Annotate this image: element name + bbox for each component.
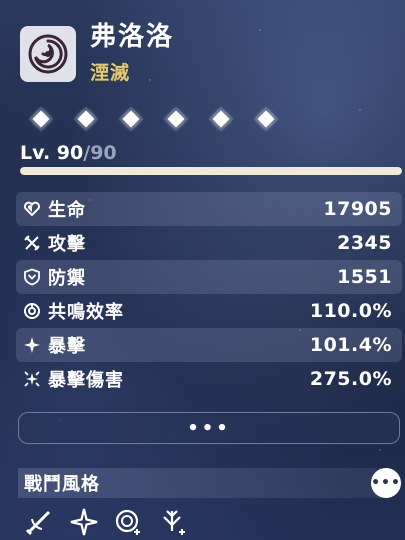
spiral-element-icon <box>20 25 76 82</box>
level-display: Lv. 90/90 <box>20 142 117 164</box>
element-name: 湮滅 <box>90 62 131 84</box>
stat-value: 17905 <box>323 198 392 220</box>
more-stats-button[interactable]: ••• <box>18 412 400 444</box>
stat-row-hp: 生命 17905 <box>16 192 402 226</box>
character-header: 弗洛洛 湮滅 <box>20 22 174 85</box>
diamond-node-icon[interactable] <box>253 106 279 132</box>
stat-row-atk: 攻擊 2345 <box>16 226 402 260</box>
crossed-swords-icon <box>22 233 42 253</box>
combat-style-header: 戰鬥風格 <box>18 468 385 498</box>
combat-style-title: 戰鬥風格 <box>24 474 100 495</box>
stat-value: 275.0% <box>309 368 392 390</box>
diamond-node-icon[interactable] <box>118 106 144 132</box>
stat-label: 防禦 <box>48 268 86 289</box>
diamond-node-icon[interactable] <box>208 106 234 132</box>
spiral-plus-skill-icon[interactable] <box>112 505 146 539</box>
name-block: 弗洛洛 湮滅 <box>90 22 174 85</box>
stat-value: 2345 <box>337 232 392 254</box>
combat-style-skills <box>22 505 202 539</box>
stat-value: 110.0% <box>309 300 392 322</box>
level-progress-fill <box>20 167 402 175</box>
heart-icon <box>22 199 42 219</box>
level-current: 90 <box>56 142 84 164</box>
shield-icon <box>22 267 42 287</box>
stat-label: 共鳴效率 <box>48 302 124 323</box>
stat-row-crit-damage: 暴擊傷害 275.0% <box>16 362 402 396</box>
character-name: 弗洛洛 <box>90 22 175 52</box>
stat-label: 暴擊 <box>48 336 86 357</box>
stat-value: 101.4% <box>309 334 392 356</box>
slash-skill-icon[interactable] <box>22 505 56 539</box>
crit-damage-icon <box>22 369 42 389</box>
stat-row-energy-regen: 共鳴效率 110.0% <box>16 294 402 328</box>
stat-label: 暴擊傷害 <box>48 370 124 391</box>
stats-list: 生命 17905 攻擊 2345 防禦 1551 共鳴效率 110.0% 暴擊 … <box>16 192 402 396</box>
stat-label: 生命 <box>48 200 86 221</box>
diamond-node-icon[interactable] <box>28 106 54 132</box>
crit-star-icon <box>22 335 42 355</box>
combat-style-more-button[interactable]: ••• <box>371 468 401 498</box>
stat-value: 1551 <box>337 266 392 288</box>
stat-row-def: 防禦 1551 <box>16 260 402 294</box>
stat-row-crit-rate: 暴擊 101.4% <box>16 328 402 362</box>
stat-label: 攻擊 <box>48 234 86 255</box>
burst-plus-skill-icon[interactable] <box>157 505 191 539</box>
star-skill-icon[interactable] <box>67 505 101 539</box>
level-progress-bar <box>20 167 402 175</box>
diamond-node-icon[interactable] <box>73 106 99 132</box>
level-prefix: Lv. <box>20 142 57 164</box>
level-max: 90 <box>90 142 117 164</box>
resonance-icon <box>22 301 42 321</box>
diamond-node-icon[interactable] <box>163 106 189 132</box>
sequence-nodes <box>28 106 298 132</box>
